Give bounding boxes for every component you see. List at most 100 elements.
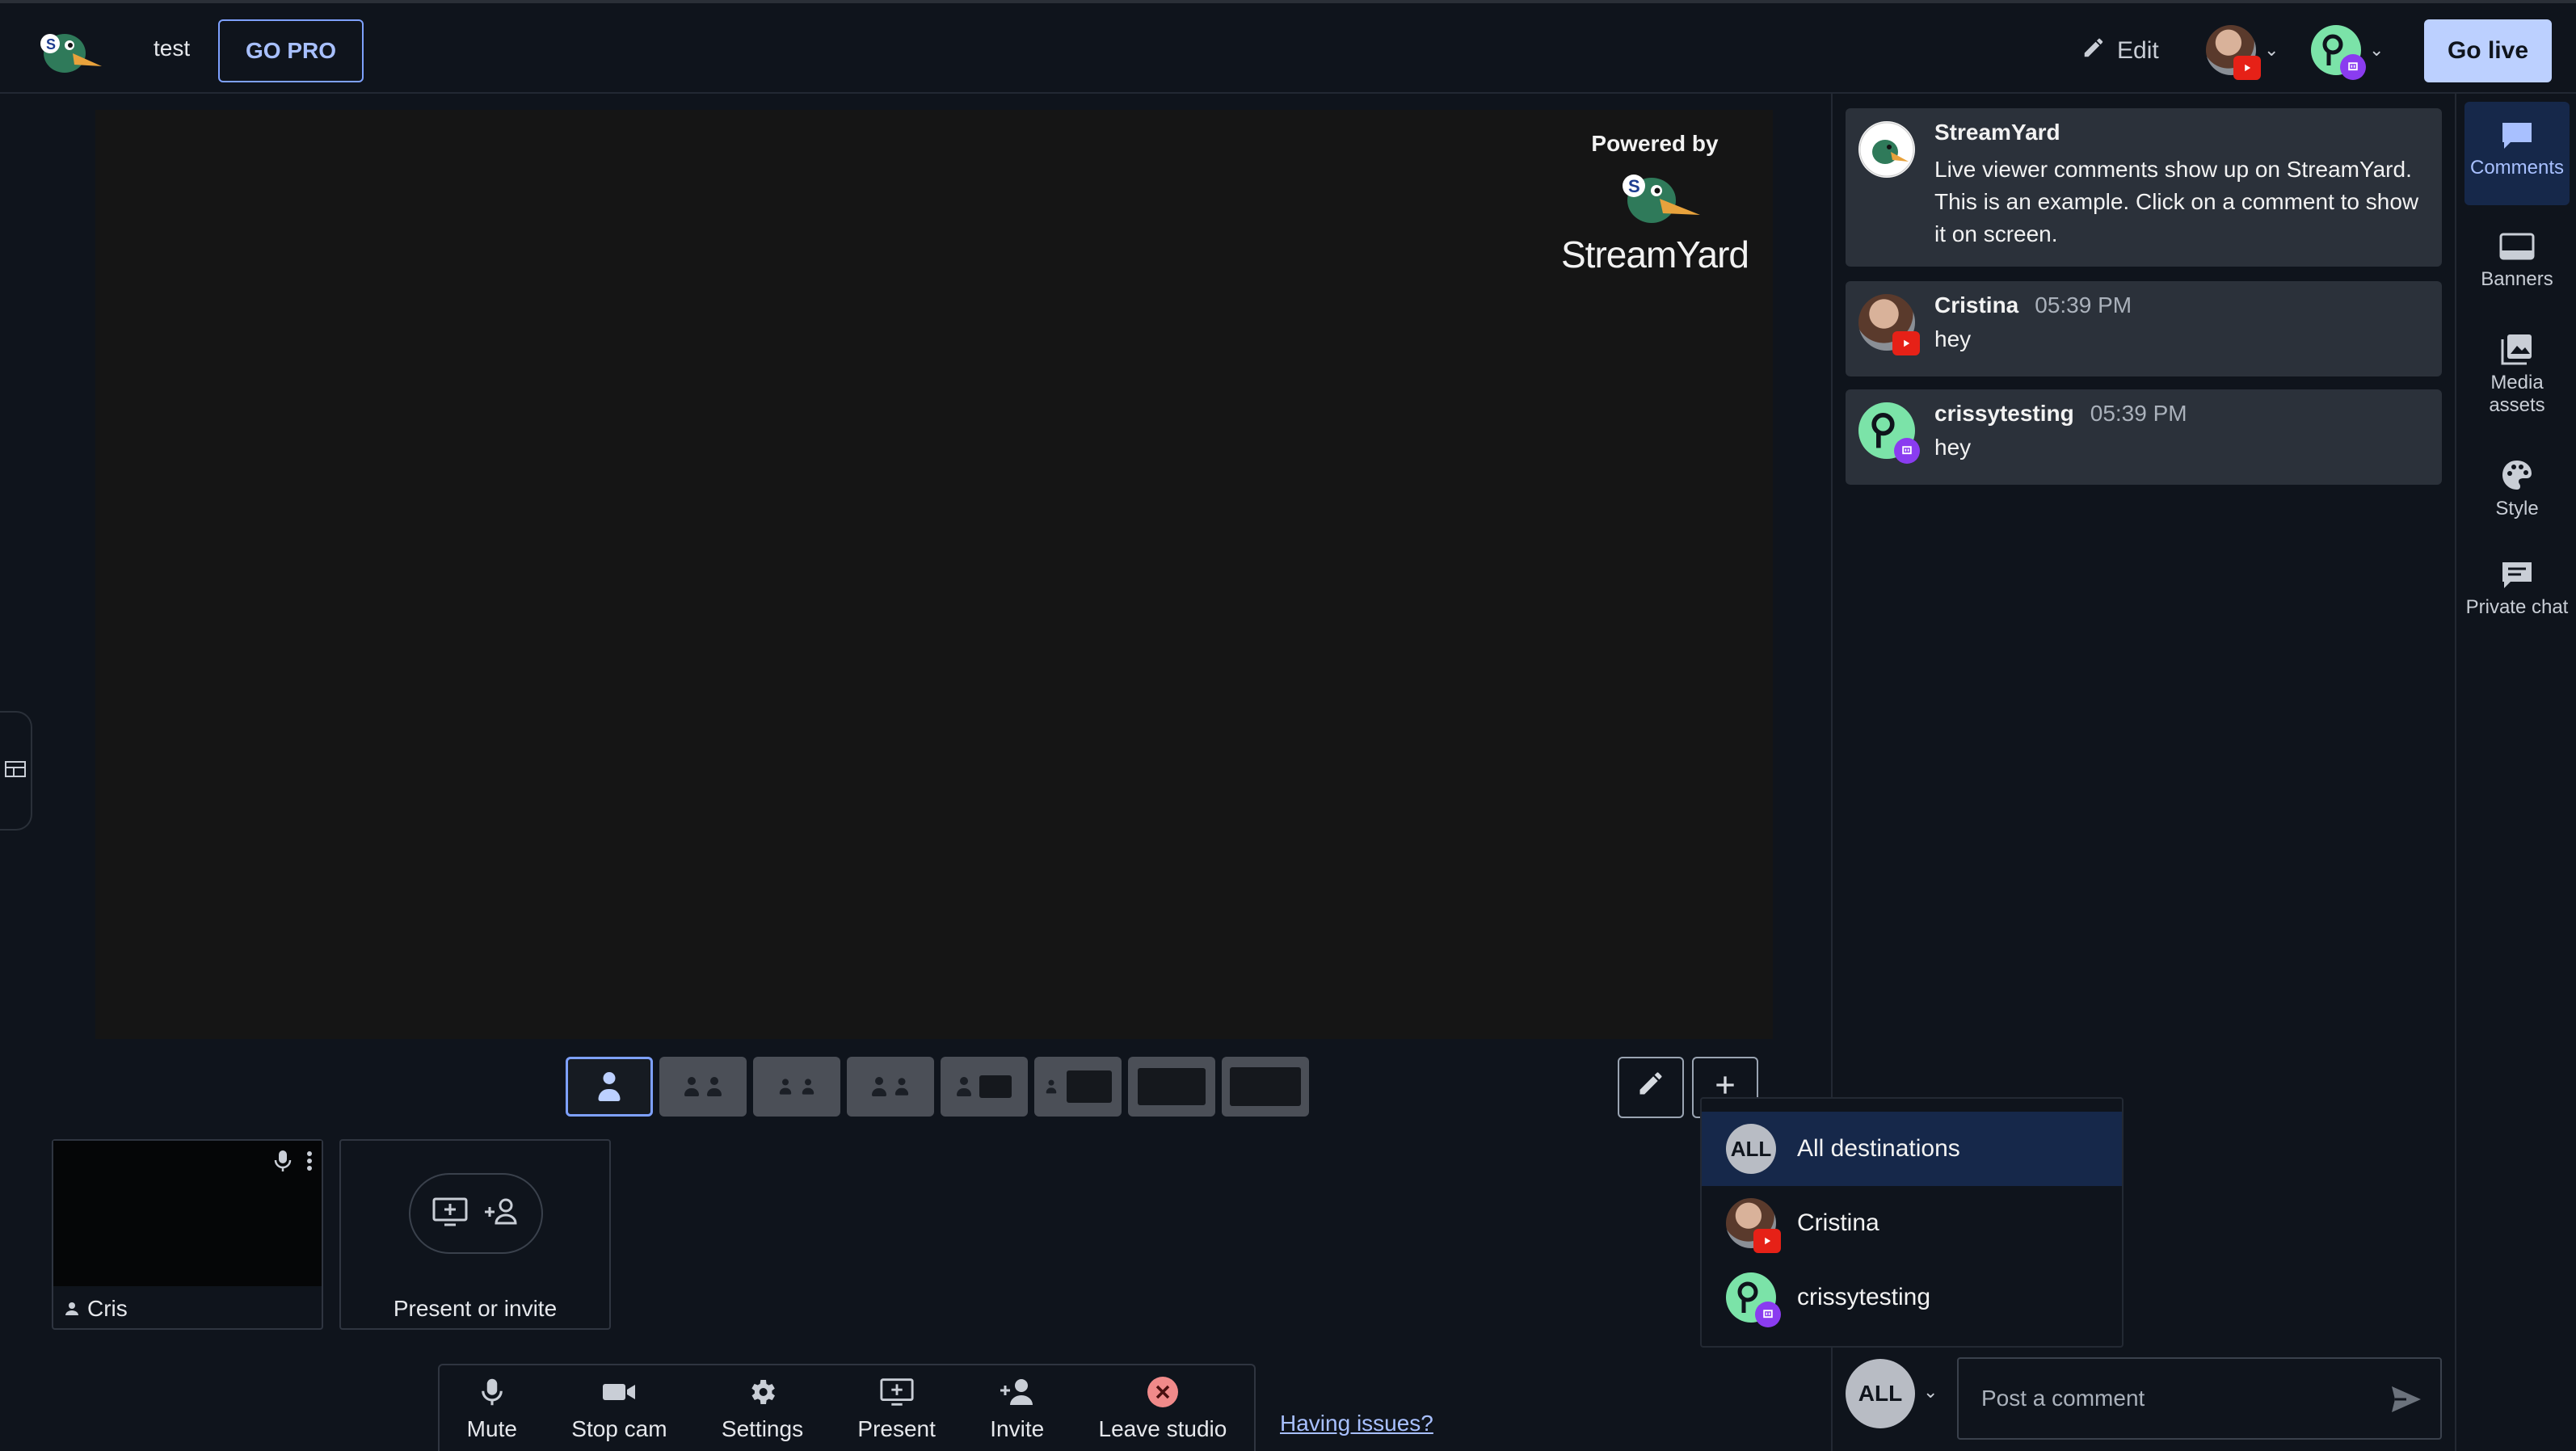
person-icon <box>65 1296 79 1322</box>
comment-input[interactable] <box>1957 1357 2442 1440</box>
tile-controls <box>273 1149 314 1177</box>
twitch-icon <box>1894 438 1920 464</box>
rail-comments-label: Comments <box>2469 157 2565 179</box>
powered-by-badge: Powered by S StreamYard <box>1561 131 1749 276</box>
comment-text: hey <box>1934 435 1972 460</box>
cristina-avatar <box>1858 294 1920 355</box>
having-issues-link[interactable]: Having issues? <box>1280 1411 1433 1436</box>
invite-label: Invite <box>990 1416 1045 1441</box>
layout-group-spread[interactable] <box>847 1057 934 1117</box>
cristina-avatar <box>1726 1198 1781 1253</box>
crissytesting-avatar <box>1858 402 1920 464</box>
layout-person-screen[interactable] <box>941 1057 1028 1117</box>
destination-dropdown: ALL All destinations Cristina crissytest… <box>1700 1097 2124 1348</box>
youtube-icon <box>2233 56 2261 80</box>
comment-text: Live viewer comments show up on StreamYa… <box>1934 157 2419 246</box>
youtube-avatar <box>2206 25 2261 80</box>
more-options-icon[interactable] <box>305 1149 314 1177</box>
chevron-down-icon: ⌄ <box>2264 40 2279 60</box>
media-library-icon <box>2464 331 2570 367</box>
microphone-icon[interactable] <box>273 1149 293 1177</box>
settings-button[interactable]: Settings <box>722 1374 803 1442</box>
present-button[interactable]: Present <box>857 1374 936 1442</box>
invite-button[interactable]: Invite <box>990 1374 1044 1442</box>
destination-selector-button[interactable]: ALL <box>1846 1359 1915 1428</box>
rail-private-chat[interactable]: Private chat <box>2464 559 2570 662</box>
send-icon[interactable] <box>2390 1385 2422 1418</box>
go-live-button[interactable]: Go live <box>2424 19 2552 82</box>
layout-icon <box>4 759 27 783</box>
dropdown-item-label: crissytesting <box>1797 1284 1931 1310</box>
twitch-icon <box>2340 54 2366 80</box>
dropdown-item-all-destinations[interactable]: ALL All destinations <box>1702 1112 2122 1186</box>
present-label: Present <box>857 1416 936 1441</box>
rail-private-chat-label: Private chat <box>2465 596 2569 618</box>
present-or-invite-button[interactable] <box>409 1173 543 1254</box>
layout-screen-only[interactable] <box>1222 1057 1309 1117</box>
twitch-avatar <box>2311 25 2366 80</box>
edit-scene-button[interactable] <box>1618 1057 1684 1118</box>
broadcast-canvas: Powered by S StreamYard <box>95 110 1773 1039</box>
dropdown-item-cristina[interactable]: Cristina <box>1702 1186 2122 1260</box>
settings-label: Settings <box>721 1416 804 1441</box>
edit-button[interactable]: Edit <box>2081 31 2159 71</box>
close-circle-icon <box>1146 1374 1180 1410</box>
comment-author: crissytesting <box>1934 401 2074 426</box>
chevron-down-icon[interactable]: ⌄ <box>1923 1382 1938 1403</box>
dropdown-item-crissytesting[interactable]: crissytesting <box>1702 1260 2122 1335</box>
twitch-icon <box>1755 1302 1781 1327</box>
stop-cam-button[interactable]: Stop cam <box>571 1374 667 1442</box>
layout-group-boxed[interactable] <box>753 1057 840 1117</box>
layout-screen-sidebar[interactable] <box>1034 1057 1122 1117</box>
pencil-icon <box>1636 1069 1665 1106</box>
add-person-icon <box>483 1196 520 1232</box>
rail-banners-label: Banners <box>2481 268 2553 290</box>
comment-icon <box>2464 120 2570 152</box>
rail-divider <box>2455 94 2456 1451</box>
chat-icon <box>2464 559 2570 591</box>
add-person-icon <box>999 1374 1036 1410</box>
present-screen-icon <box>879 1374 915 1410</box>
destination-youtube-menu[interactable]: ⌄ <box>2206 24 2305 80</box>
streamyard-logo[interactable]: S <box>36 24 103 81</box>
camera-icon <box>601 1374 637 1410</box>
leave-studio-button[interactable]: Leave studio <box>1099 1374 1227 1442</box>
dropdown-item-label: All destinations <box>1797 1135 1960 1162</box>
all-badge: ALL <box>1726 1124 1776 1174</box>
crissytesting-avatar <box>1726 1272 1781 1327</box>
rail-media-assets[interactable]: Media assets <box>2464 331 2570 436</box>
mute-button[interactable]: Mute <box>467 1374 517 1442</box>
rail-comments[interactable]: Comments <box>2464 102 2570 205</box>
dropdown-item-label: Cristina <box>1797 1209 1879 1236</box>
layout-panel-toggle[interactable] <box>0 711 32 831</box>
svg-text:S: S <box>1628 176 1640 196</box>
participant-name: Cris <box>65 1296 128 1322</box>
comment-text: hey <box>1934 326 1972 351</box>
comment-author: Cristina <box>1934 292 2019 318</box>
participant-tile[interactable]: Cris <box>52 1139 323 1330</box>
layout-solo[interactable] <box>566 1057 653 1117</box>
rail-style[interactable]: Style <box>2464 457 2570 538</box>
chevron-down-icon: ⌄ <box>2369 40 2384 60</box>
layout-selector <box>566 1057 1309 1117</box>
layout-screen-pip[interactable] <box>1128 1057 1215 1117</box>
present-or-invite-tile[interactable]: Present or invite <box>339 1139 611 1330</box>
layout-split-two[interactable] <box>659 1057 747 1117</box>
studio-name: test <box>154 36 191 61</box>
brand-name: StreamYard <box>1561 233 1749 275</box>
microphone-icon <box>480 1374 504 1410</box>
youtube-icon <box>1753 1229 1781 1253</box>
rail-banners[interactable]: Banners <box>2464 231 2570 312</box>
youtube-icon <box>1892 331 1920 355</box>
streamyard-avatar <box>1858 121 1915 178</box>
go-pro-button[interactable]: GO PRO <box>218 19 364 82</box>
banner-icon <box>2464 231 2570 263</box>
comment-item[interactable]: StreamYard Live viewer comments show up … <box>1846 108 2442 267</box>
studio-controls: Mute Stop cam Settings Present Invite Le… <box>438 1364 1256 1451</box>
mute-label: Mute <box>466 1416 517 1441</box>
comment-item[interactable]: crissytesting 05:39 PM hey <box>1846 389 2442 485</box>
destination-twitch-menu[interactable]: ⌄ <box>2311 24 2410 80</box>
comment-time: 05:39 PM <box>2090 401 2187 426</box>
streamyard-duck-logo: S <box>1561 162 1749 229</box>
comment-item[interactable]: Cristina 05:39 PM hey <box>1846 281 2442 376</box>
